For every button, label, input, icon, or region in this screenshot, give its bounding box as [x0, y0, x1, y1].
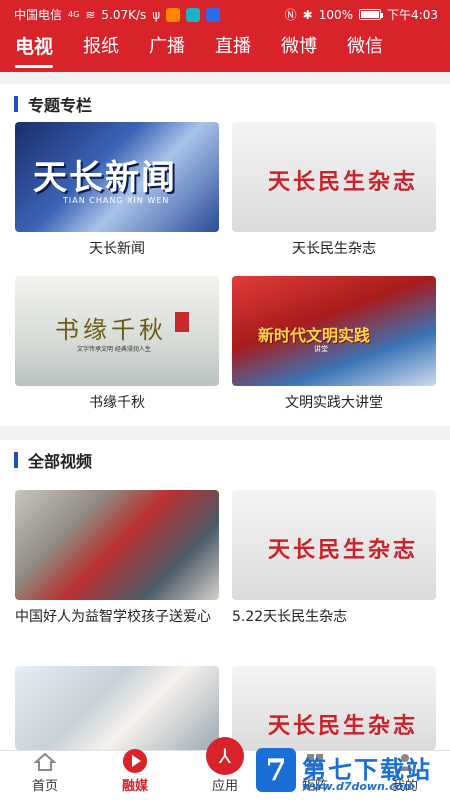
nav-media[interactable]: 融媒: [90, 749, 180, 800]
thumbnail: 书缘千秋 文字传承文明 经典浸润人生: [15, 276, 219, 386]
thumbnail-subtext: 讲堂: [314, 345, 328, 353]
notification-app-icon: [206, 7, 221, 22]
section-header: 专题专栏: [14, 92, 92, 116]
video-title: 5.22天长民生杂志: [232, 609, 348, 625]
top-tabs: 电视 报纸 广播 直播 微博 微信: [0, 30, 450, 72]
tab-tv[interactable]: 电视: [0, 30, 68, 72]
video-thumbnail: [15, 666, 219, 750]
video-card[interactable]: 天长民生杂志 5.22天长民生杂志: [232, 490, 436, 626]
usb-icon: ψ: [152, 7, 161, 22]
card-caption: 书缘千秋: [89, 395, 145, 411]
app-header: 中国电信 4G ≋ 5.07K/s ψ Ⓝ ✱ 100% 下午4:03 电视 报…: [0, 0, 450, 72]
thumbnail: 天长新闻 TIAN CHANG XIN WEN: [15, 122, 219, 232]
battery-label: 100%: [318, 7, 354, 22]
nav-home[interactable]: 首页: [0, 751, 90, 800]
nav-label: 应用: [211, 779, 238, 794]
battery-icon: [359, 9, 384, 20]
speed-label: 5.07K/s: [101, 7, 147, 22]
column-card[interactable]: 天长民生杂志 天长民生杂志: [232, 122, 436, 258]
thumbnail-text: 天长民生杂志: [268, 170, 419, 195]
nfc-icon: Ⓝ: [284, 8, 297, 22]
thumbnail-subtext: TIAN CHANG XIN WEN: [63, 196, 170, 205]
section-marker: [14, 96, 18, 112]
nav-label: 融媒: [121, 779, 148, 794]
thumbnail: 新时代文明实践 讲堂: [232, 276, 436, 386]
thumbnail-text: 书缘千秋: [55, 316, 167, 344]
video-card[interactable]: 天长民生杂志: [232, 666, 436, 750]
all-videos-section: 全部视频 中国好人为益智学校孩子送爱心 天长民生杂志 5.22天长民生杂志 天长…: [0, 440, 450, 750]
tab-wechat[interactable]: 微信: [332, 30, 398, 72]
watermark-url: www.d7down.com: [302, 780, 415, 793]
thumbnail: 天长民生杂志: [232, 122, 436, 232]
bluetooth-icon: ✱: [302, 7, 313, 22]
section-marker: [14, 452, 18, 468]
video-thumbnail: 天长民生杂志: [232, 666, 436, 750]
status-bar: 中国电信 4G ≋ 5.07K/s ψ Ⓝ ✱ 100% 下午4:03: [0, 0, 450, 28]
card-caption: 天长民生杂志: [292, 241, 376, 257]
home-icon: [33, 751, 57, 772]
notification-app-icon: [166, 7, 181, 22]
column-card[interactable]: 书缘千秋 文字传承文明 经典浸润人生 书缘千秋: [15, 276, 219, 412]
network-label: 4G: [68, 10, 80, 19]
site-watermark: 7 第七下载站 www.d7down.com: [256, 744, 446, 800]
column-card[interactable]: 天长新闻 TIAN CHANG XIN WEN 天长新闻: [15, 122, 219, 258]
thumbnail-text: 天长民生杂志: [268, 714, 419, 739]
video-card[interactable]: [15, 666, 219, 750]
card-caption: 文明实践大讲堂: [285, 395, 383, 411]
watermark-logo: 7: [256, 748, 296, 792]
tab-weibo[interactable]: 微博: [266, 30, 332, 72]
notification-app-icon: [186, 7, 201, 22]
video-thumbnail: 天长民生杂志: [232, 490, 436, 600]
featured-section: 专题专栏 天长新闻 TIAN CHANG XIN WEN 天长新闻 天长民生杂志…: [0, 84, 450, 426]
section-title: 专题专栏: [28, 96, 93, 115]
tab-live[interactable]: 直播: [200, 30, 266, 72]
tab-newspaper[interactable]: 报纸: [68, 30, 134, 72]
video-thumbnail: [15, 490, 219, 600]
card-caption: 天长新闻: [89, 241, 145, 257]
seal-mark: [175, 312, 189, 332]
column-card[interactable]: 新时代文明实践 讲堂 文明实践大讲堂: [232, 276, 436, 412]
thumbnail-subtext: 文字传承文明 经典浸润人生: [77, 346, 151, 353]
play-icon: [123, 749, 147, 773]
wifi-icon: ≋: [85, 7, 96, 22]
thumbnail-text: 新时代文明实践: [258, 326, 371, 345]
thumbnail-text: 天长新闻: [33, 158, 177, 198]
video-card[interactable]: 中国好人为益智学校孩子送爱心: [15, 490, 219, 626]
section-title: 全部视频: [28, 452, 93, 471]
carrier-label: 中国电信: [14, 8, 63, 22]
thumbnail-text: 天长民生杂志: [268, 538, 419, 563]
tab-radio[interactable]: 广播: [134, 30, 200, 72]
apps-icon: ⅄: [206, 737, 244, 775]
video-title: 中国好人为益智学校孩子送爱心: [15, 609, 211, 625]
nav-label: 首页: [31, 779, 58, 794]
section-header: 全部视频: [14, 448, 92, 472]
clock-label: 下午4:03: [387, 8, 438, 22]
